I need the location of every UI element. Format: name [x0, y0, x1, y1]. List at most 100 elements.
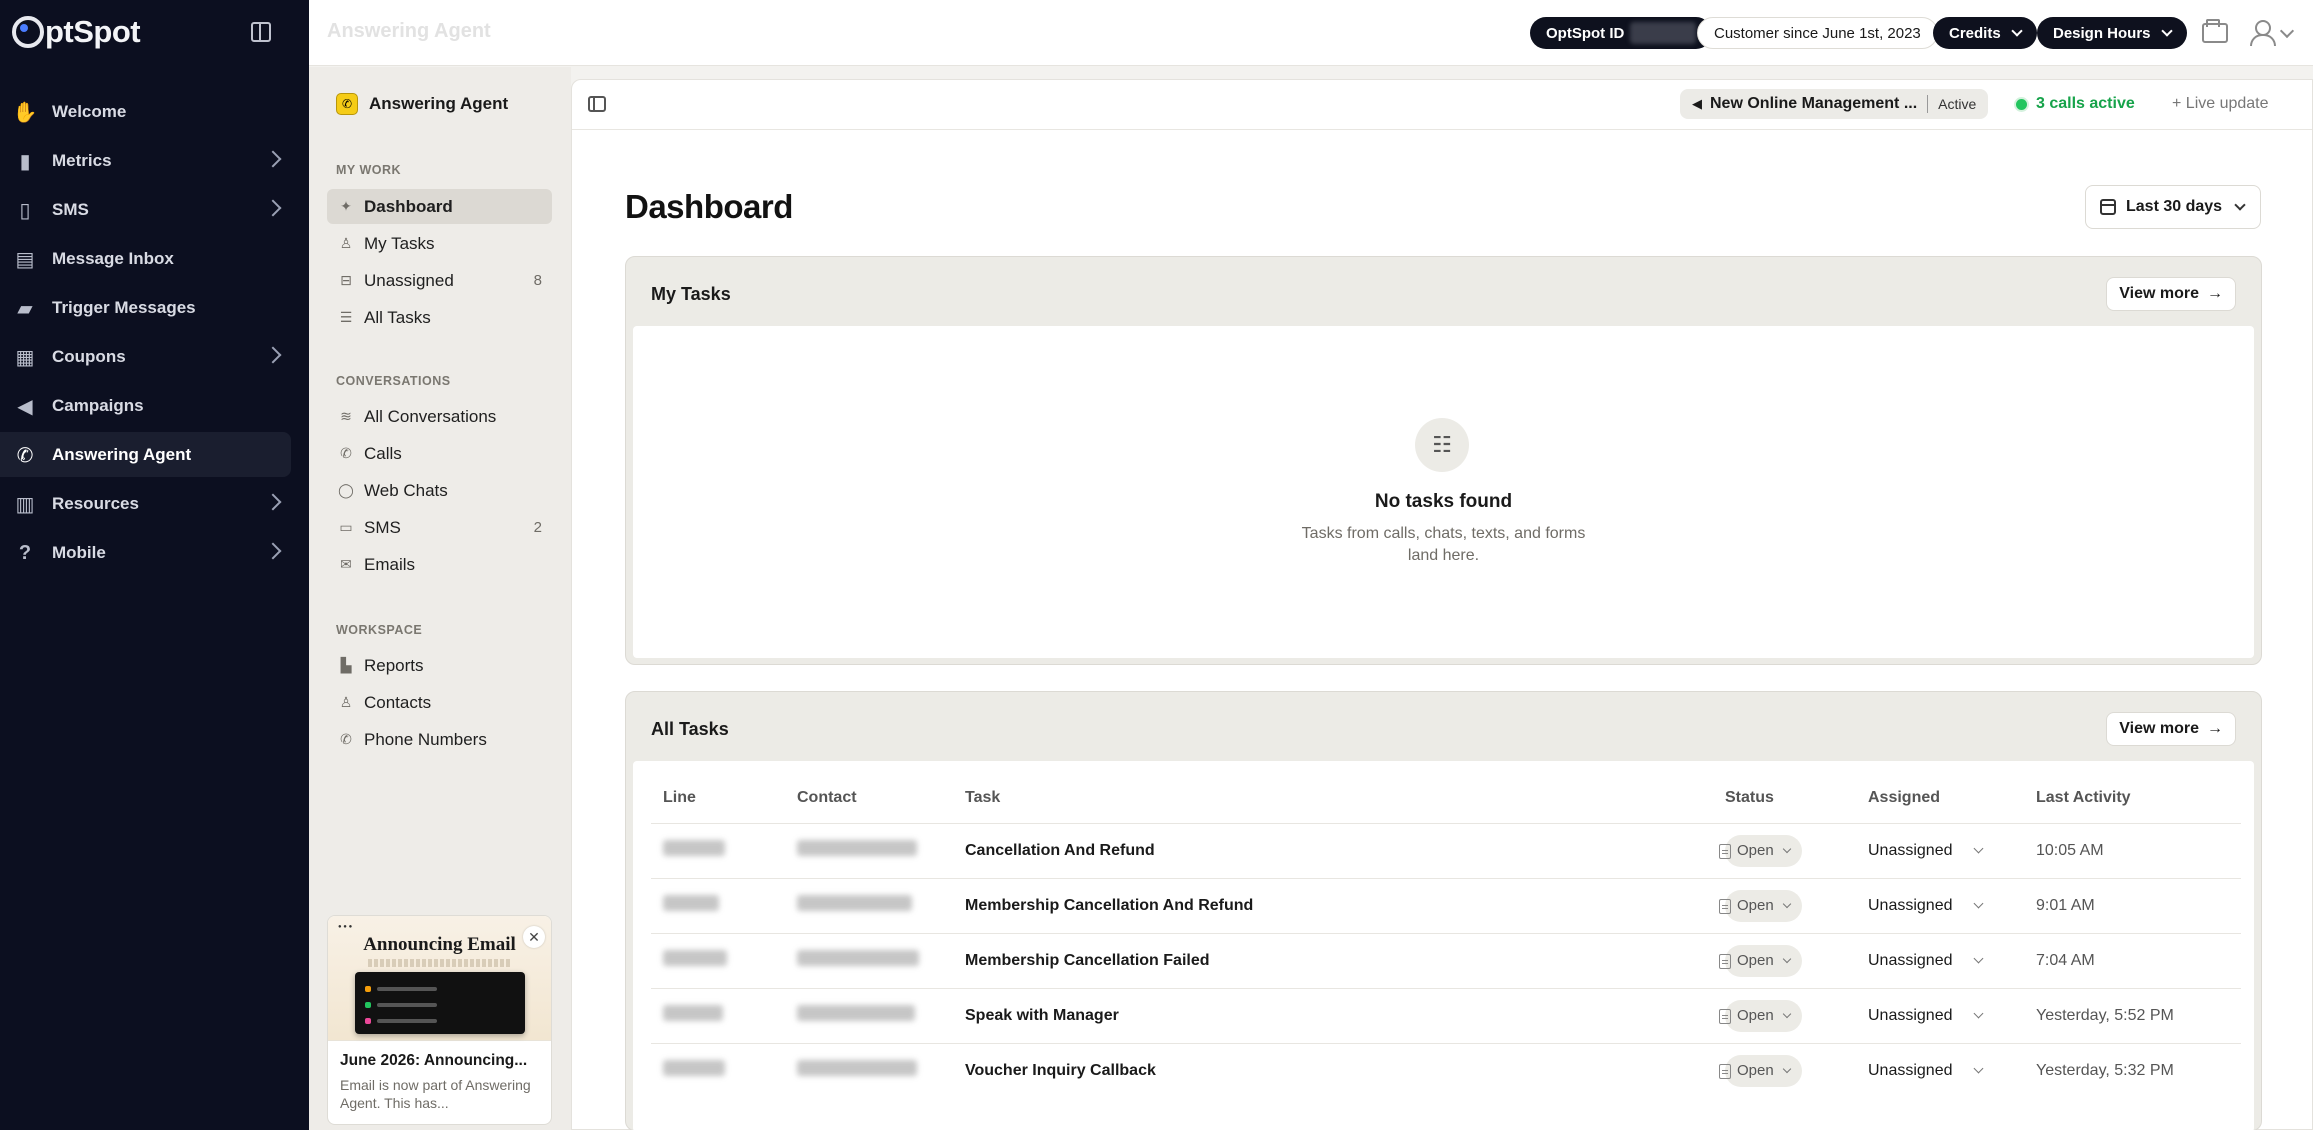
- subnav-item-label: Phone Numbers: [364, 729, 487, 749]
- assignee-dropdown[interactable]: Unassigned: [1868, 1006, 1983, 1025]
- sidebar-item-mobile[interactable]: ? Mobile: [0, 530, 291, 575]
- document-icon[interactable]: [1719, 1008, 1731, 1024]
- sidebar-item-label: Welcome: [52, 101, 127, 121]
- subnav-item-label: Unassigned: [364, 270, 454, 290]
- phone-icon: ✆: [340, 730, 352, 747]
- view-more-label: View more: [2119, 285, 2199, 302]
- chevron-down-icon: [1782, 1009, 1791, 1018]
- subnav-item-emails[interactable]: ✉ Emails: [327, 547, 552, 582]
- status-dropdown[interactable]: Open: [1725, 834, 1802, 867]
- chevron-down-icon: [1973, 843, 1983, 854]
- table-row[interactable]: Voucher Inquiry Callback Open Unassigned…: [651, 1043, 2241, 1098]
- card-title: All Tasks: [651, 719, 729, 739]
- optspot-logo[interactable]: ptSpot: [12, 12, 141, 52]
- sidebar-item-trigger-messages[interactable]: ▰ Trigger Messages: [0, 285, 291, 330]
- sidebar-item-answering-agent[interactable]: ✆ Answering Agent: [0, 432, 291, 477]
- content-toolbar: ◀ New Online Management ... Active 3 cal…: [572, 80, 2312, 130]
- sidebar-item-coupons[interactable]: ▦ Coupons: [0, 334, 291, 379]
- assignee-value: Unassigned: [1868, 1006, 1953, 1024]
- table-row[interactable]: Membership Cancellation Failed Open Unas…: [651, 933, 2241, 989]
- subnav-item-web-chats[interactable]: ◯ Web Chats: [327, 473, 552, 508]
- chevron-right-icon: [264, 542, 282, 560]
- sidebar-item-label: SMS: [52, 199, 89, 219]
- design-hours-button[interactable]: Design Hours: [2037, 17, 2187, 49]
- status-dropdown[interactable]: Open: [1725, 889, 1802, 922]
- sidebar-item-label: Resources: [52, 493, 139, 513]
- status-dropdown[interactable]: Open: [1725, 999, 1802, 1032]
- sidebar-item-metrics[interactable]: ▮ Metrics: [0, 138, 291, 183]
- subnav-item-contacts[interactable]: ♙ Contacts: [327, 685, 552, 720]
- close-icon[interactable]: ✕: [523, 926, 545, 948]
- my-tasks-card: My Tasks View more → ☷ No tasks found Ta…: [625, 256, 2262, 665]
- phone-icon: ✆: [16, 444, 34, 467]
- column-header-line[interactable]: Line: [651, 773, 785, 824]
- status-dropdown[interactable]: Open: [1725, 944, 1802, 977]
- view-more-button[interactable]: View more →: [2106, 277, 2236, 311]
- subnav-item-label: Emails: [364, 554, 416, 574]
- sidebar-item-message-inbox[interactable]: ▤ Message Inbox: [0, 236, 291, 281]
- date-range-select[interactable]: Last 30 days: [2085, 185, 2261, 229]
- live-update-button[interactable]: + Live update: [2172, 95, 2269, 113]
- document-icon[interactable]: [1719, 898, 1731, 914]
- assigned-cell: Unassigned: [1856, 988, 2024, 1044]
- subnav-header: ✆ Answering Agent: [336, 93, 508, 115]
- assigned-cell: Unassigned: [1856, 823, 2024, 879]
- column-header-status[interactable]: Status: [1713, 773, 1856, 824]
- sidebar-collapse-icon[interactable]: [251, 22, 271, 42]
- subnav-item-phone-numbers[interactable]: ✆ Phone Numbers: [327, 722, 552, 757]
- credits-button[interactable]: Credits: [1933, 17, 2037, 49]
- sidebar-item-sms[interactable]: ▯ SMS: [0, 187, 291, 232]
- table-row[interactable]: Cancellation And Refund Open Unassigned …: [651, 823, 2241, 879]
- user-account-icon[interactable]: [2248, 20, 2276, 46]
- chevron-right-icon: [264, 493, 282, 511]
- document-icon[interactable]: [1719, 1063, 1731, 1079]
- chevron-down-icon[interactable]: [2279, 23, 2295, 39]
- announcement-card[interactable]: ● ● ● Announcing Email ✕ June 2026: Anno…: [327, 915, 552, 1125]
- subnav-item-dashboard[interactable]: ✦ Dashboard: [327, 189, 552, 224]
- table-row[interactable]: Speak with Manager Open Unassigned Yeste…: [651, 988, 2241, 1044]
- calls-active-text: 3 calls active: [2036, 95, 2135, 112]
- sidebar-item-welcome[interactable]: ✋ Welcome: [0, 89, 291, 134]
- assigned-cell: Unassigned: [1856, 933, 2024, 989]
- agent-selector[interactable]: ◀ New Online Management ... Active: [1680, 89, 1989, 119]
- subnav-item-unassigned[interactable]: ⊟ Unassigned 8: [327, 263, 552, 298]
- folder-icon[interactable]: [2202, 19, 2228, 43]
- assignee-dropdown[interactable]: Unassigned: [1868, 842, 1983, 860]
- document-icon[interactable]: [1719, 843, 1731, 859]
- arrow-right-icon: →: [2207, 720, 2223, 737]
- document-icon[interactable]: [1719, 953, 1731, 969]
- subnav-item-reports[interactable]: ▙ Reports: [327, 648, 552, 683]
- tasks-table: Line Contact Task Status Assigned Last A…: [651, 773, 2241, 1098]
- subnav-item-all-tasks[interactable]: ☰ All Tasks: [327, 300, 552, 335]
- chevron-down-icon: [1973, 1008, 1983, 1019]
- subnav-item-all-conversations[interactable]: ≋ All Conversations: [327, 399, 552, 434]
- column-header-contact[interactable]: Contact: [785, 773, 953, 824]
- redacted-line: [663, 1005, 723, 1021]
- toggle-sidebar-icon[interactable]: [588, 96, 606, 112]
- announcement-image: ● ● ● Announcing Email ✕: [328, 916, 551, 1041]
- sidebar-item-resources[interactable]: ▥ Resources: [0, 481, 291, 526]
- subnav-item-calls[interactable]: ✆ Calls: [327, 436, 552, 471]
- column-header-last-activity[interactable]: Last Activity: [2024, 773, 2241, 824]
- credits-label: Credits: [1949, 24, 2001, 42]
- assignee-dropdown[interactable]: Unassigned: [1868, 952, 1983, 970]
- table-row[interactable]: Membership Cancellation And Refund Open …: [651, 878, 2241, 934]
- column-header-assigned[interactable]: Assigned: [1856, 773, 2024, 824]
- section-workspace: WORKSPACE: [336, 623, 423, 637]
- sidebar-item-campaigns[interactable]: ◀ Campaigns: [0, 383, 291, 428]
- agent-status: Active: [1938, 96, 1977, 112]
- column-header-task[interactable]: Task: [953, 773, 1713, 824]
- optspot-id-label: OptSpot ID: [1546, 24, 1625, 42]
- task-cell: Voucher Inquiry Callback: [953, 1043, 1731, 1098]
- task-title: Speak with Manager: [965, 1006, 1119, 1024]
- page-title: Answering Agent: [327, 20, 491, 42]
- assignee-dropdown[interactable]: Unassigned: [1868, 1062, 1983, 1080]
- optspot-id-badge[interactable]: OptSpot ID: [1530, 17, 1713, 49]
- subnav-item-sms[interactable]: ▭ SMS 2: [327, 510, 552, 545]
- subnav-item-my-tasks[interactable]: ♙ My Tasks: [327, 226, 552, 261]
- status-dropdown[interactable]: Open: [1725, 1054, 1802, 1087]
- subnav-item-label: Contacts: [364, 692, 432, 712]
- sms-count: 2: [533, 519, 542, 536]
- assignee-dropdown[interactable]: Unassigned: [1868, 897, 1983, 915]
- view-more-button[interactable]: View more →: [2106, 712, 2236, 746]
